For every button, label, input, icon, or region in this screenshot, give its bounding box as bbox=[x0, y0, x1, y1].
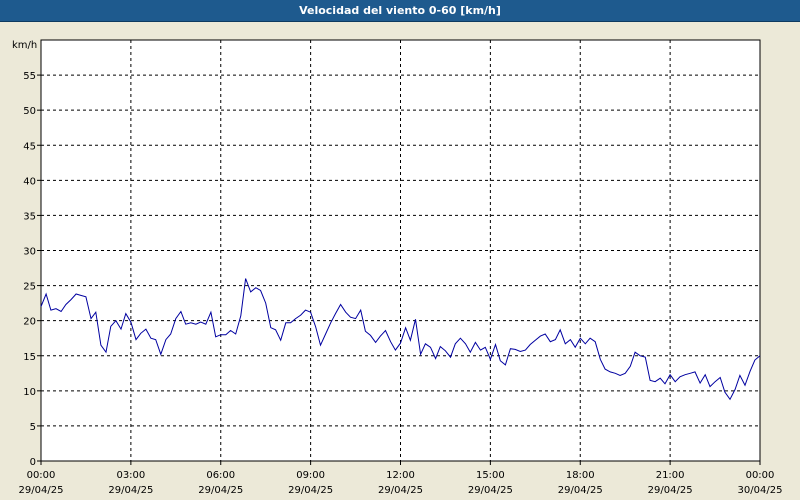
x-tick-time-label: 06:00 bbox=[206, 470, 235, 481]
y-tick-label: 30 bbox=[23, 247, 36, 258]
y-tick-label: 55 bbox=[23, 71, 36, 82]
x-tick-date-label: 29/04/25 bbox=[198, 485, 243, 496]
y-tick-label: 15 bbox=[23, 352, 36, 363]
x-tick-date-label: 29/04/25 bbox=[19, 485, 64, 496]
x-tick-time-label: 09:00 bbox=[296, 470, 325, 481]
y-tick-label: 5 bbox=[30, 422, 36, 433]
wind-speed-chart: 0 5 10 15 20 25 30 35 40 45 50 55 00:00 29/04/25 03:0… bbox=[12, 39, 783, 496]
x-tick-time-label: 21:00 bbox=[656, 470, 685, 481]
x-tick-date-label: 30/04/25 bbox=[738, 485, 783, 496]
x-tick-time-label: 03:00 bbox=[116, 470, 145, 481]
x-tick-time-label: 15:00 bbox=[476, 470, 505, 481]
x-tick-date-label: 29/04/25 bbox=[378, 485, 423, 496]
x-tick-date-label: 29/04/25 bbox=[558, 485, 603, 496]
x-tick-time-label: 18:00 bbox=[566, 470, 595, 481]
y-axis-label: km/h bbox=[12, 40, 37, 51]
x-tick-date-label: 29/04/25 bbox=[648, 485, 693, 496]
y-tick-label: 0 bbox=[30, 457, 36, 468]
x-tick-time-label: 00:00 bbox=[746, 470, 775, 481]
x-axis: 00:00 29/04/25 03:00 29/04/25 06:00 29/04/25 0… bbox=[19, 461, 783, 496]
y-tick-label: 20 bbox=[23, 317, 36, 328]
y-tick-label: 40 bbox=[23, 176, 36, 187]
x-tick-time-label: 00:00 bbox=[27, 470, 56, 481]
y-tick-label: 35 bbox=[23, 211, 36, 222]
x-tick-date-label: 29/04/25 bbox=[108, 485, 153, 496]
window-title: Velocidad del viento 0-60 [km/h] bbox=[0, 0, 800, 22]
y-tick-label: 50 bbox=[23, 106, 36, 117]
y-tick-label: 45 bbox=[23, 141, 36, 152]
x-tick-time-label: 12:00 bbox=[386, 470, 415, 481]
y-tick-label: 25 bbox=[23, 282, 36, 293]
x-tick-date-label: 29/04/25 bbox=[288, 485, 333, 496]
x-tick-date-label: 29/04/25 bbox=[468, 485, 513, 496]
y-axis: 0 5 10 15 20 25 30 35 40 45 50 55 bbox=[23, 71, 41, 468]
y-tick-label: 10 bbox=[23, 387, 36, 398]
